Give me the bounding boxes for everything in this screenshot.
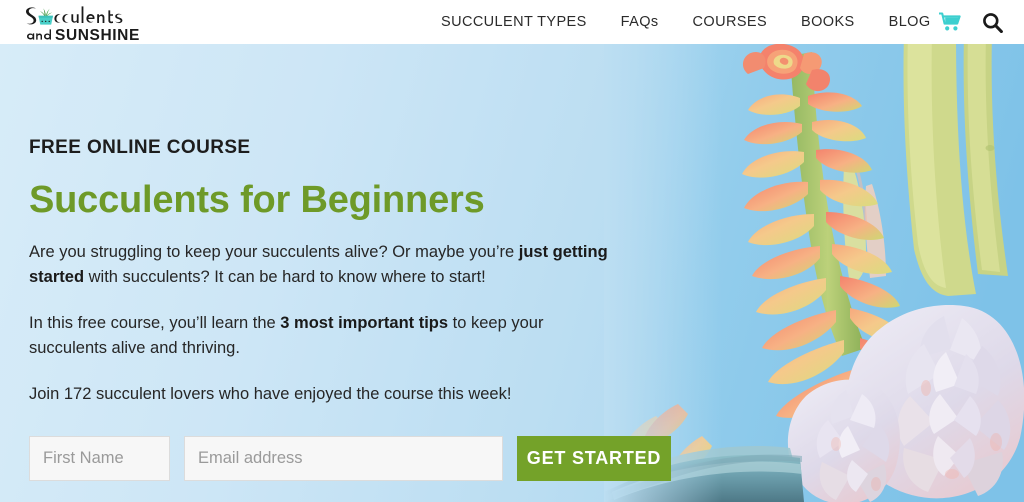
- photo-echeveria-small: [788, 379, 900, 502]
- nav-faqs[interactable]: FAQs: [604, 0, 676, 44]
- hero-section: FREE ONLINE COURSE Succulents for Beginn…: [0, 44, 1024, 502]
- cart-icon[interactable]: [938, 10, 962, 34]
- paragraph-2-bold: 3 most important tips: [280, 314, 449, 332]
- nav-courses[interactable]: COURSES: [676, 0, 785, 44]
- first-name-input[interactable]: [29, 436, 170, 481]
- nav-blog[interactable]: BLOG: [872, 0, 948, 44]
- hero-content: FREE ONLINE COURSE Succulents for Beginn…: [29, 44, 689, 502]
- header-icon-group: [938, 0, 1012, 44]
- site-logo[interactable]: SUNSHINE: [22, 2, 154, 42]
- hero-paragraph-2: In this free course, you’ll learn the 3 …: [29, 311, 604, 361]
- hero-eyebrow: FREE ONLINE COURSE: [29, 137, 251, 158]
- get-started-button[interactable]: GET STARTED: [517, 436, 671, 481]
- hero-paragraph-1: Are you struggling to keep your succulen…: [29, 240, 659, 290]
- page-title: Succulents for Beginners: [29, 179, 485, 221]
- hero-social-proof: Join 172 succulent lovers who have enjoy…: [29, 385, 512, 403]
- nav-books[interactable]: BOOKS: [784, 0, 872, 44]
- paragraph-1-text-b: with succulents? It can be hard to know …: [84, 268, 486, 286]
- paragraph-1-text-a: Are you struggling to keep your succulen…: [29, 243, 519, 261]
- nav-succulent-types[interactable]: SUCCULENT TYPES: [424, 0, 604, 44]
- page-root: SUNSHINE SUCCULENT TYPES FAQs COURSES BO…: [0, 0, 1024, 502]
- course-signup-form: GET STARTED: [29, 436, 671, 481]
- svg-text:SUNSHINE: SUNSHINE: [55, 27, 140, 42]
- email-input[interactable]: [184, 436, 503, 481]
- logo-pot-icon: [38, 8, 53, 25]
- paragraph-2-text-a: In this free course, you’ll learn the: [29, 314, 281, 332]
- site-header: SUNSHINE SUCCULENT TYPES FAQs COURSES BO…: [0, 0, 1024, 44]
- main-navigation: SUCCULENT TYPES FAQs COURSES BOOKS BLOG: [424, 0, 948, 44]
- logo-graphic: SUNSHINE: [26, 6, 140, 42]
- search-icon[interactable]: [980, 10, 1004, 34]
